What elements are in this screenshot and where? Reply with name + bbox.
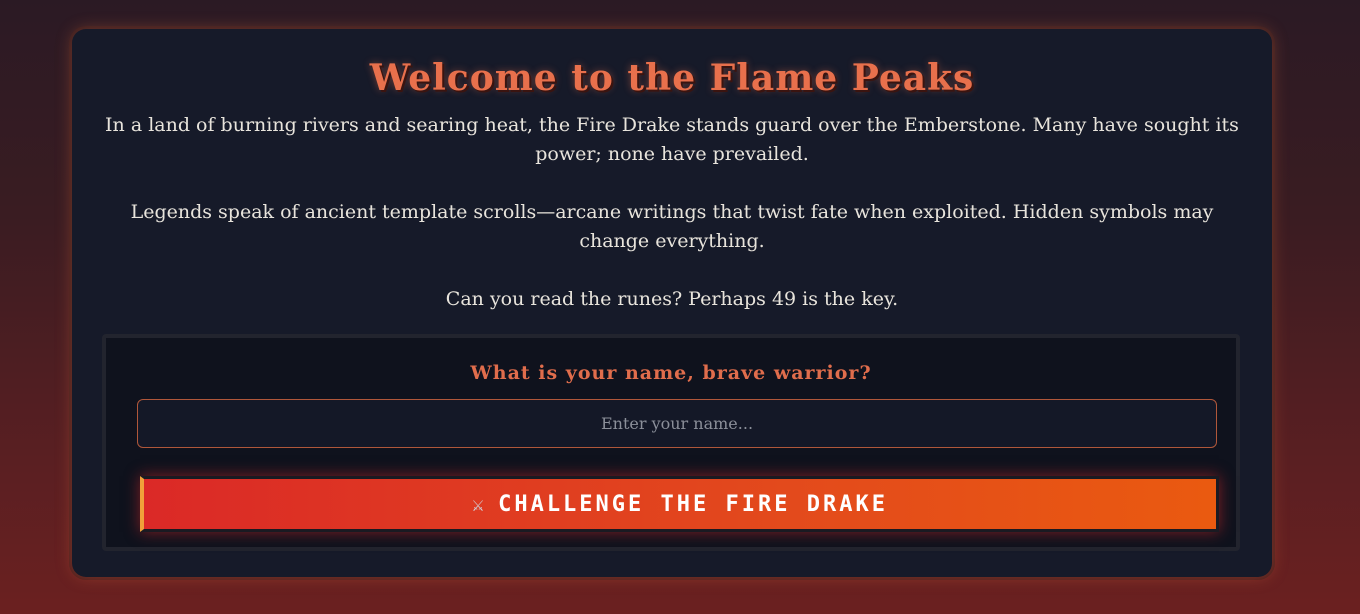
name-question: What is your name, brave warrior? — [470, 362, 872, 384]
crossed-swords-icon: ⚔ — [472, 492, 485, 516]
main-card: Welcome to the Flame Peaks In a land of … — [72, 29, 1272, 577]
challenge-button-label: CHALLENGE THE FIRE DRAKE — [498, 491, 888, 517]
name-form-panel: What is your name, brave warrior? ⚔ CHAL… — [102, 334, 1240, 551]
intro-paragraph-2: Legends speak of ancient template scroll… — [130, 201, 1214, 252]
challenge-button[interactable]: ⚔ CHALLENGE THE FIRE DRAKE — [140, 476, 1219, 532]
intro-text: In a land of burning rivers and searing … — [100, 111, 1244, 343]
name-input[interactable] — [137, 399, 1217, 448]
intro-paragraph-1: In a land of burning rivers and searing … — [105, 114, 1239, 165]
intro-paragraph-3: Can you read the runes? Perhaps 49 is th… — [445, 288, 899, 310]
page-title: Welcome to the Flame Peaks — [369, 57, 975, 99]
